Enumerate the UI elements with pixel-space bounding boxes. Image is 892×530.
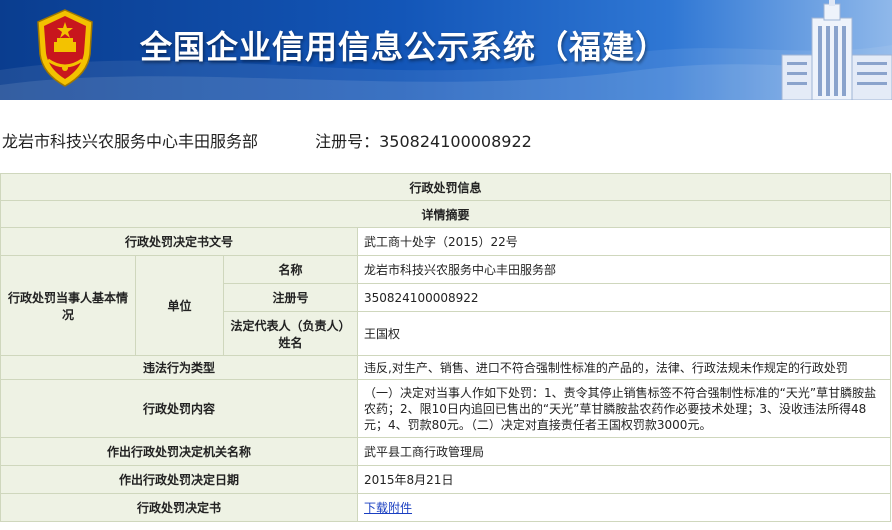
download-attachment-link[interactable]: 下载附件 bbox=[364, 501, 412, 515]
header-banner: 全国企业信用信息公示系统（福建） bbox=[0, 0, 892, 100]
page-title: 全国企业信用信息公示系统（福建） bbox=[140, 28, 669, 66]
name-label: 名称 bbox=[223, 255, 358, 284]
reg-label: 注册号 bbox=[223, 283, 358, 312]
name-value: 龙岩市科技兴农服务中心丰田服务部 bbox=[356, 255, 892, 284]
document-cell: 下载附件 bbox=[356, 493, 892, 522]
building-icon bbox=[781, 0, 892, 100]
authority-value: 武平县工商行政管理局 bbox=[356, 437, 892, 466]
entity-reg-number: 350824100008922 bbox=[379, 132, 532, 151]
rep-label: 法定代表人（负责人）姓名 bbox=[223, 311, 358, 356]
authority-label: 作出行政处罚决定机关名称 bbox=[0, 437, 358, 466]
unit-label: 单位 bbox=[135, 255, 224, 356]
violation-type-value: 违反,对生产、销售、进口不符合强制性标准的产品的，法律、行政法规未作规定的行政处… bbox=[356, 355, 892, 380]
date-label: 作出行政处罚决定日期 bbox=[0, 465, 358, 494]
penalty-detail-table: 行政处罚信息 详情摘要 行政处罚决定书文号 武工商十处字（2015）22号 行政… bbox=[0, 173, 892, 522]
document-label: 行政处罚决定书 bbox=[0, 493, 358, 522]
decision-no-label: 行政处罚决定书文号 bbox=[0, 227, 358, 256]
content-label: 行政处罚内容 bbox=[0, 379, 358, 438]
party-label: 行政处罚当事人基本情况 bbox=[0, 255, 136, 356]
section-title: 行政处罚信息 bbox=[0, 173, 892, 201]
entity-name: 龙岩市科技兴农服务中心丰田服务部 bbox=[2, 132, 259, 151]
violation-type-label: 违法行为类型 bbox=[0, 355, 358, 380]
content-value: （一）决定对当事人作如下处罚：1、责令其停止销售标签不符合强制性标准的“天光”草… bbox=[356, 379, 892, 438]
date-value: 2015年8月21日 bbox=[356, 465, 892, 494]
entity-summary: 龙岩市科技兴农服务中心丰田服务部 注册号：350824100008922 bbox=[2, 128, 532, 152]
subsection-title: 详情摘要 bbox=[0, 200, 892, 228]
reg-value: 350824100008922 bbox=[356, 283, 892, 312]
entity-reg-label: 注册号： bbox=[315, 132, 380, 151]
rep-value: 王国权 bbox=[356, 311, 892, 356]
national-emblem-icon bbox=[37, 9, 93, 87]
decision-no-value: 武工商十处字（2015）22号 bbox=[356, 227, 892, 256]
